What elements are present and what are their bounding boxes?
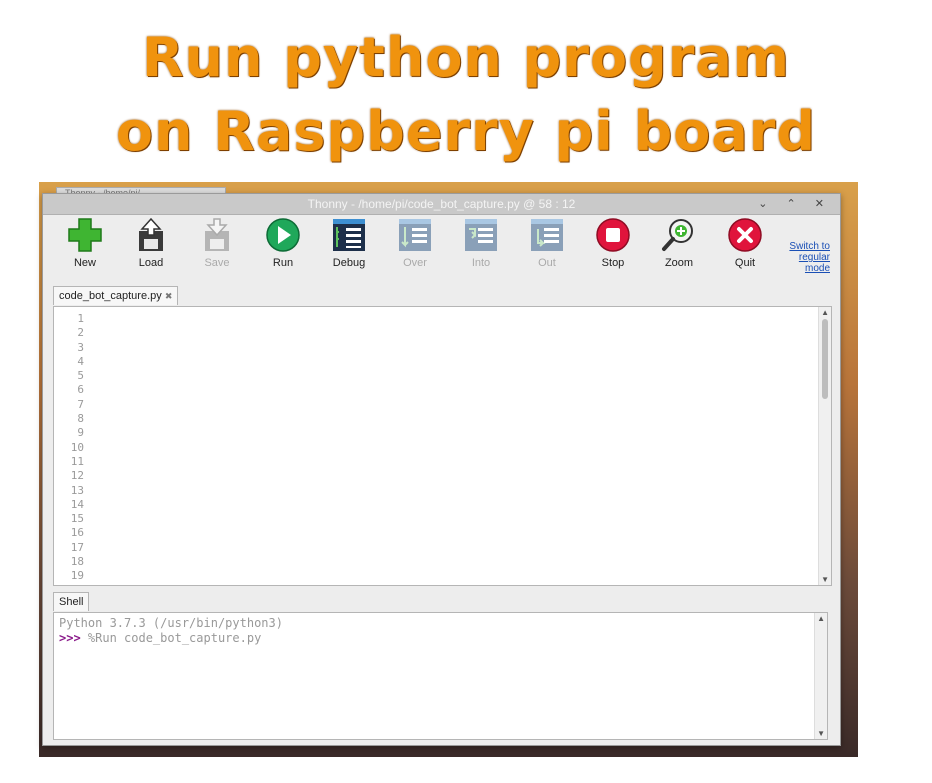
run-icon — [266, 218, 300, 252]
line-number: 17 — [70, 540, 84, 554]
load-button[interactable]: Load — [121, 217, 181, 273]
quit-button[interactable]: Quit — [715, 217, 775, 273]
line-number: 7 — [77, 397, 84, 411]
line-number: 12 — [70, 469, 84, 483]
line-number: 3 — [77, 340, 84, 354]
line-number: 10 — [70, 440, 84, 454]
line-number: 15 — [70, 512, 84, 526]
step-out-icon — [531, 219, 563, 251]
headline-line-2: on Raspberry pi board — [115, 100, 817, 163]
line-number: 6 — [77, 383, 84, 397]
save-label: Save — [204, 257, 230, 269]
shell-version-line: Python 3.7.3 (/usr/bin/python3) — [59, 616, 283, 630]
save-icon — [205, 218, 229, 251]
scroll-down-icon[interactable]: ▼ — [817, 729, 825, 738]
debug-label: Debug — [332, 257, 366, 269]
step-into-icon — [465, 219, 497, 251]
line-number: 13 — [70, 483, 84, 497]
line-number: 19 — [70, 569, 84, 583]
line-number: 14 — [70, 497, 84, 511]
line-number: 9 — [77, 426, 84, 440]
quit-icon — [728, 218, 762, 252]
step-over-button[interactable]: Over — [385, 217, 445, 273]
close-icon[interactable]: ✖ — [165, 291, 173, 301]
shell-prompt: >>> — [59, 631, 81, 645]
debug-icon — [333, 219, 365, 251]
line-number-gutter: 1 2 3 4 5 6 7 8 9 10 11 12 13 14 15 16 1… — [54, 312, 84, 584]
editor-scrollbar[interactable]: ▲ ▼ — [818, 307, 831, 585]
debug-button[interactable]: Debug — [319, 217, 379, 273]
step-out-button[interactable]: Out — [517, 217, 577, 273]
shell-tab[interactable]: Shell — [53, 592, 90, 611]
code-editor[interactable]: 1 2 3 4 5 6 7 8 9 10 11 12 13 14 15 16 1… — [53, 306, 832, 586]
shell-command-line: >>> %Run code_bot_capture.py — [59, 631, 283, 646]
scroll-up-icon[interactable]: ▲ — [821, 308, 829, 317]
line-number: 18 — [70, 555, 84, 569]
line-number: 16 — [70, 526, 84, 540]
load-label: Load — [138, 257, 164, 269]
editor-tab-row: code_bot_capture.py ✖ — [53, 286, 179, 306]
step-into-label: Into — [471, 257, 491, 269]
editor-tab-label: code_bot_capture.py — [59, 290, 162, 302]
thonny-window: Thonny - /home/pi/code_bot_capture.py @ … — [42, 193, 841, 746]
line-number: 8 — [77, 412, 84, 426]
shell-scrollbar[interactable]: ▲ ▼ — [814, 613, 827, 739]
toolbar: New Load Save Run Debug Over Into Out St… — [43, 215, 840, 275]
zoom-button[interactable]: Zoom — [649, 217, 709, 273]
headline-line-1: Run python program — [141, 26, 791, 89]
run-label: Run — [272, 257, 294, 269]
editor-tab[interactable]: code_bot_capture.py ✖ — [53, 286, 179, 305]
zoom-icon — [662, 219, 693, 251]
title-bar[interactable]: Thonny - /home/pi/code_bot_capture.py @ … — [43, 194, 840, 215]
window-controls[interactable]: ⌄ ⌃ ✕ — [758, 197, 832, 210]
line-number: 5 — [77, 369, 84, 383]
stop-label: Stop — [601, 257, 625, 269]
line-number: 4 — [77, 354, 84, 368]
shell-command: %Run code_bot_capture.py — [80, 631, 262, 645]
run-button[interactable]: Run — [253, 217, 313, 273]
zoom-label: Zoom — [664, 257, 694, 269]
stop-icon — [596, 218, 630, 252]
line-number: 2 — [77, 326, 84, 340]
step-over-label: Over — [403, 257, 427, 269]
scrollbar-thumb[interactable] — [822, 319, 828, 399]
stop-button[interactable]: Stop — [583, 217, 643, 273]
save-button[interactable]: Save — [187, 217, 247, 273]
load-icon — [139, 217, 163, 251]
shell-tab-row: Shell — [53, 592, 90, 611]
shell-output[interactable]: Python 3.7.3 (/usr/bin/python3) >>> %Run … — [59, 616, 283, 646]
shell-panel[interactable]: Python 3.7.3 (/usr/bin/python3) >>> %Run … — [53, 612, 828, 740]
line-number: 11 — [70, 454, 84, 468]
step-out-label: Out — [538, 257, 556, 269]
step-over-icon — [399, 219, 431, 251]
new-button[interactable]: New — [55, 217, 115, 273]
scroll-down-icon[interactable]: ▼ — [821, 575, 829, 584]
switch-mode-link[interactable]: Switch to regular mode — [778, 241, 830, 274]
line-number: 1 — [77, 312, 84, 325]
step-into-button[interactable]: Into — [451, 217, 511, 273]
plus-icon — [68, 218, 102, 252]
window-title: Thonny - /home/pi/code_bot_capture.py @ … — [307, 197, 576, 211]
quit-label: Quit — [734, 257, 756, 269]
new-label: New — [73, 257, 96, 269]
scroll-up-icon[interactable]: ▲ — [817, 614, 825, 623]
